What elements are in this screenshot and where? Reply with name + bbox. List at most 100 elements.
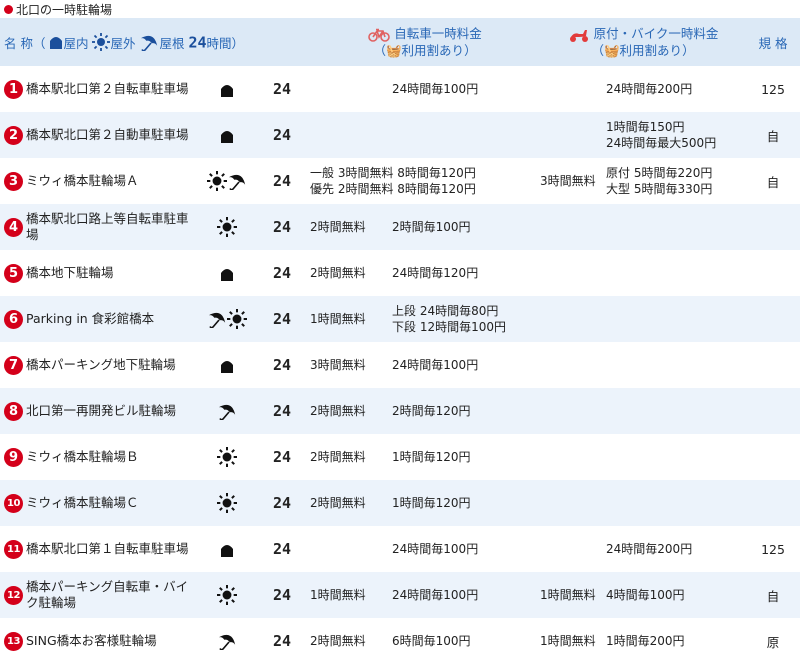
moto-fee-line: 24時間毎最大500円	[606, 136, 717, 150]
facility-type-icons	[200, 388, 254, 434]
facility-type-icons	[200, 250, 254, 296]
table-row: 13 SING橋本お客様駐輪場 24 2時間無料 6時間毎100円 1時間無料 1時間毎20…	[0, 618, 800, 664]
capacity-value: 原	[766, 634, 780, 650]
hours-value: 24	[272, 264, 292, 282]
sun-icon	[217, 493, 237, 513]
hours-value: 24	[272, 494, 292, 512]
facility-name[interactable]: Parking in 食彩館橋本	[26, 311, 196, 327]
header-moto-sub: 利用割あり	[619, 43, 683, 58]
facility-name[interactable]: 橋本地下駐輪場	[26, 265, 196, 281]
facility-type-icons	[200, 618, 254, 664]
bicycle-fee: 2時間毎100円	[392, 204, 540, 250]
bicycle-free-time: 2時間無料	[310, 634, 366, 648]
table-header: 名 称（ 屋内 屋外 屋根 24時間） 自転車一時料金 （🧺利用割あり） 原付・…	[0, 18, 800, 66]
moto-fee	[606, 296, 746, 342]
indoor-icon	[220, 127, 234, 143]
bicycle-fee: 24時間毎100円	[392, 66, 540, 112]
capacity-value: 自	[766, 128, 780, 144]
indoor-icon	[220, 265, 234, 281]
facility-name[interactable]: ミウィ橋本駐輪場Ａ	[26, 173, 196, 189]
sun-icon	[92, 33, 111, 51]
moto-free-time	[540, 250, 606, 296]
bicycle-fee-line: 24時間毎120円	[392, 266, 479, 280]
moto-fee	[606, 250, 746, 296]
table-row: 5 橋本地下駐輪場 24 2時間無料 24時間毎120円	[0, 250, 800, 296]
hours-value: 24	[272, 540, 292, 558]
umbrella-icon	[217, 633, 237, 651]
bicycle-fee: 24時間毎100円	[392, 572, 540, 618]
row-number-badge: 8	[4, 401, 23, 421]
row-number-badge: 13	[4, 631, 23, 651]
moto-fee-line: 24時間毎200円	[606, 542, 693, 556]
capacity-value	[746, 296, 800, 342]
facility-type-icons	[200, 572, 254, 618]
facility-name-cell: 9 ミウィ橋本駐輪場Ｂ	[0, 434, 200, 480]
moto-free-time: 1時間無料	[540, 634, 596, 648]
bicycle-free-time: 2時間無料	[310, 404, 366, 418]
header-name-label: 名 称（	[4, 35, 46, 51]
bicycle-free-time: 3時間無料	[310, 358, 366, 372]
moto-fee: 原付 5時間毎220円 大型 5時間毎330円	[606, 158, 746, 204]
table-row: 4橋本駅北口路上等自転車駐車場 24 2時間無料 2時間毎100円	[0, 204, 800, 250]
table-row: 3 ミウィ橋本駐輪場Ａ 24 一般 3時間無料 8時間毎120円 優先 2時間無料 8…	[0, 158, 800, 204]
row-number-badge: 1	[4, 79, 23, 99]
moto-free-time	[540, 388, 606, 434]
row-number-badge: 2	[4, 125, 23, 145]
moto-fee-line: 4時間毎100円	[606, 588, 685, 602]
indoor-icon	[220, 541, 234, 557]
bicycle-fee: 24時間毎100円	[392, 342, 540, 388]
page-title: 北口の一時駐輪場	[16, 2, 113, 17]
capacity-value	[746, 250, 800, 296]
header-bicycle-cell: 自転車一時料金 （🧺利用割あり）	[310, 18, 541, 66]
facility-name-cell: 5 橋本地下駐輪場	[0, 250, 200, 296]
umbrella-icon	[217, 403, 237, 421]
bicycle-fee: 2時間毎120円	[392, 388, 540, 434]
row-number-badge: 10	[4, 493, 23, 513]
facility-name[interactable]: 橋本駅北口第２自動車駐車場	[26, 127, 196, 143]
moto-fee-line: 1時間毎150円	[606, 120, 685, 134]
bicycle-fee-line: 6時間毎100円	[392, 634, 471, 648]
header-capacity: 規 格	[746, 18, 800, 66]
header-moto-cell: 原付・バイク一時料金 （🧺利用割あり）	[540, 18, 747, 66]
facility-name-cell: 4橋本駅北口路上等自転車駐車場	[0, 204, 200, 250]
facility-name[interactable]: 橋本駅北口路上等自転車駐車場	[26, 211, 196, 243]
indoor-icon	[50, 37, 63, 49]
hours-value: 24	[272, 356, 292, 374]
row-number-badge: 11	[4, 539, 23, 559]
bicycle-fee: 上段 24時間毎80円 下段 12時間毎100円	[392, 296, 540, 342]
moto-free-time	[540, 434, 606, 480]
bicycle-free-time: 2時間無料	[310, 266, 366, 280]
table-row: 11 橋本駅北口第１自転車駐車場 24 24時間毎100円 24時間毎200円 125	[0, 526, 800, 572]
table-row: 10 ミウィ橋本駐輪場Ｃ 24 2時間無料 1時間毎120円	[0, 480, 800, 526]
facility-type-icons	[200, 342, 254, 388]
bicycle-fee-line: 1時間毎120円	[392, 450, 471, 464]
facility-name[interactable]: 北口第一再開発ビル駐輪場	[26, 403, 196, 419]
table-row: 9 ミウィ橋本駐輪場Ｂ 24 2時間無料 1時間毎120円	[0, 434, 800, 480]
facility-name-cell: 8 北口第一再開発ビル駐輪場	[0, 388, 200, 434]
facility-name[interactable]: 橋本駅北口第２自転車駐車場	[26, 81, 196, 97]
moto-fee-line: 原付 5時間毎220円	[606, 166, 713, 180]
facility-name[interactable]: ミウィ橋本駐輪場Ｂ	[26, 449, 196, 465]
facility-name[interactable]: 橋本パーキング地下駐輪場	[26, 357, 196, 373]
hours-value: 24	[272, 632, 292, 650]
umbrella-icon	[227, 173, 247, 191]
facility-type-icons	[200, 158, 254, 204]
moto-fee-line: 大型 5時間毎330円	[606, 182, 713, 196]
facility-name[interactable]: 橋本パーキング自転車・バイク駐輪場	[26, 579, 196, 611]
header-outdoor-label: 屋外	[110, 35, 136, 51]
facility-type-icons	[200, 112, 254, 158]
sun-icon	[207, 171, 227, 191]
facility-name-cell: 2 橋本駅北口第２自動車駐車場	[0, 112, 200, 158]
facility-name[interactable]: 橋本駅北口第１自転車駐車場	[26, 541, 196, 557]
scooter-icon	[569, 29, 588, 42]
header-indoor-label: 屋内	[63, 35, 89, 51]
moto-fee	[606, 204, 746, 250]
header-moto-paren-close: ）	[682, 43, 695, 58]
umbrella-icon	[141, 35, 158, 52]
facility-name-cell: 1 橋本駅北口第２自転車駐車場	[0, 66, 200, 112]
moto-free-time: 1時間無料	[540, 588, 596, 602]
facility-name[interactable]: SING橋本お客様駐輪場	[26, 633, 196, 649]
header-bicycle-paren-open: （	[373, 43, 386, 58]
header-moto-title: 原付・バイク一時料金	[593, 26, 719, 41]
facility-name[interactable]: ミウィ橋本駐輪場Ｃ	[26, 495, 196, 511]
